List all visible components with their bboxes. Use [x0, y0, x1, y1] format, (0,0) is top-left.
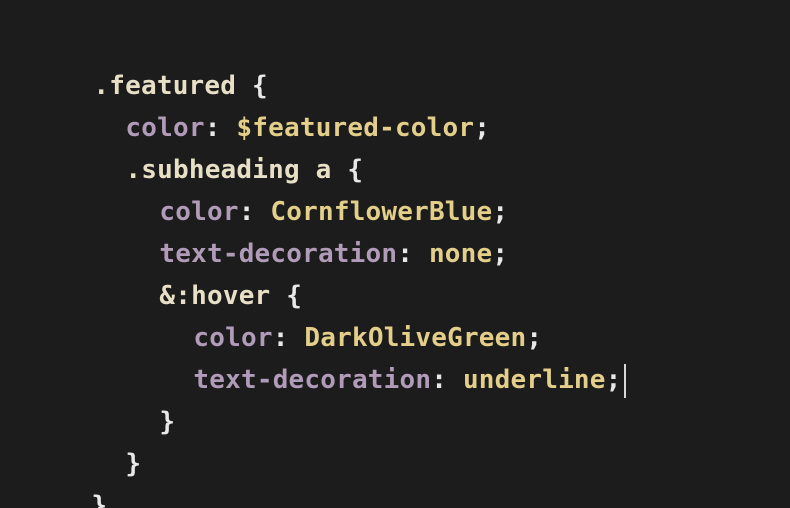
code-editor[interactable]: .featured { color: $featured-color; .sub… — [0, 0, 790, 508]
semicolon: ; — [605, 365, 622, 395]
code-line-11: } — [28, 446, 107, 508]
code-line-10: } — [62, 404, 141, 479]
code-line-1: .featured { — [30, 26, 268, 101]
close-brace: } — [125, 449, 142, 479]
semicolon: ; — [474, 113, 491, 143]
colon: : — [397, 239, 429, 269]
property-text-decoration: text-decoration — [193, 365, 432, 395]
close-brace: } — [91, 491, 108, 508]
code-line-2: color: $featured-color; — [62, 68, 490, 143]
colon: : — [431, 365, 463, 395]
close-brace: } — [159, 407, 176, 437]
code-line-4: color: CornflowerBlue; — [96, 152, 508, 227]
code-line-3: .subheading a { — [62, 110, 363, 185]
code-line-7: color: DarkOliveGreen; — [130, 278, 542, 353]
code-line-9: } — [96, 362, 175, 437]
code-line-8: text-decoration: underline; — [130, 320, 626, 398]
semicolon: ; — [492, 239, 509, 269]
text-cursor — [623, 363, 626, 398]
value-none: none — [428, 239, 493, 269]
code-line-5: text-decoration: none; — [96, 194, 508, 269]
code-line-6: &:hover { — [96, 236, 302, 311]
value-underline: underline — [462, 365, 606, 395]
